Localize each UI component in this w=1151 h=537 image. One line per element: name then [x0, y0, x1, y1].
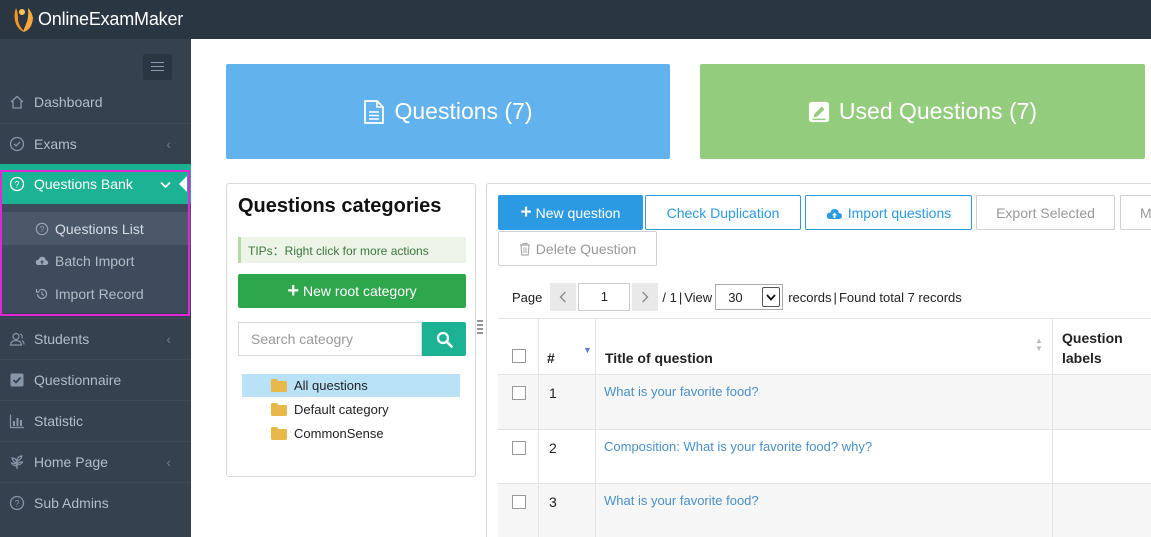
view-label: View [684, 289, 713, 305]
import-questions-button[interactable]: Import questions [805, 195, 972, 230]
app-logo[interactable]: OnlineExamMaker [10, 4, 183, 34]
separator: | [678, 289, 683, 305]
sidebar-item-exams[interactable]: Exams ‹ [0, 123, 191, 163]
sidebar-item-sub-admins[interactable]: ? Sub Admins [0, 482, 191, 522]
annotation-highlight-box [0, 170, 190, 316]
export-selected-button[interactable]: Export Selected [976, 195, 1115, 230]
panel-resize-handle[interactable] [476, 318, 484, 338]
search-icon [436, 331, 453, 348]
sidebar-item-label: Students [34, 330, 90, 347]
separator: | [833, 289, 837, 305]
categories-title: Questions categories [238, 195, 442, 217]
check-square-icon [0, 372, 34, 388]
tips-note: TIPs：Right click for more actions [238, 237, 466, 263]
bar-chart-icon [0, 413, 34, 429]
tree-item-commonsense[interactable]: CommonSense [242, 422, 460, 445]
category-search [238, 322, 466, 356]
tree-item-all-questions[interactable]: All questions [242, 374, 460, 397]
category-search-button[interactable] [422, 322, 466, 356]
records-label: records [788, 289, 832, 305]
chevron-down-icon [762, 287, 781, 307]
folder-icon [271, 379, 287, 392]
document-icon [364, 99, 385, 124]
svg-text:?: ? [14, 498, 19, 508]
questions-list-panel: + New question Check Duplication Import q… [486, 183, 1151, 537]
check-circle-icon [0, 136, 34, 152]
sort-icon: ▲ ▼ [1035, 336, 1043, 353]
folder-icon [271, 403, 287, 416]
table-row[interactable]: 3 What is your favorite food? [498, 484, 1151, 537]
questions-count-card[interactable]: Questions (7) [226, 64, 670, 159]
question-title-link[interactable]: Composition: What is your favorite food?… [604, 439, 872, 454]
used-questions-label: Used Questions (7) [838, 98, 1038, 124]
new-root-category-button[interactable]: + New root category [238, 274, 466, 308]
header-num-cell[interactable]: # ▼ [538, 319, 596, 374]
header-title-cell[interactable]: Title of question ▲ ▼ [595, 319, 1053, 374]
chevron-left-icon: ‹ [166, 453, 171, 470]
question-circle-icon: ? [0, 495, 34, 511]
edit-icon [808, 101, 830, 122]
users-icon [0, 331, 34, 347]
sidebar-item-label: Dashboard [34, 94, 103, 110]
next-page-button[interactable] [632, 283, 659, 311]
question-title-link[interactable]: What is your favorite food? [604, 384, 759, 399]
question-title-link[interactable]: What is your favorite food? [604, 493, 759, 508]
sidebar: Dashboard Exams ‹ ? Questions Bank ? Que… [0, 39, 191, 537]
tree-item-default-category[interactable]: Default category [242, 398, 460, 421]
page-label: Page [512, 289, 543, 305]
home-icon [0, 94, 34, 110]
chevron-left-icon: ‹ [166, 330, 171, 347]
sidebar-item-label: Statistic [34, 412, 84, 429]
total-pages: / 1 [662, 289, 677, 305]
sidebar-item-home-page[interactable]: Home Page ‹ [0, 441, 191, 481]
check-duplication-button[interactable]: Check Duplication [645, 195, 801, 230]
row-checkbox[interactable] [512, 495, 526, 509]
new-question-button[interactable]: + New question [498, 195, 643, 230]
plus-icon: + [287, 280, 300, 302]
row-checkbox[interactable] [512, 441, 526, 455]
trash-icon [519, 242, 530, 256]
sort-desc-icon: ▼ [583, 345, 592, 355]
prev-page-button[interactable] [550, 283, 577, 311]
folder-icon [271, 427, 287, 440]
sidebar-item-label: Exams [34, 135, 77, 152]
sidebar-item-students[interactable]: Students ‹ [0, 318, 191, 358]
found-total: Found total 7 records [838, 289, 962, 305]
header-labels-cell[interactable]: Question labels [1052, 319, 1151, 374]
page-number-input[interactable]: 1 [578, 283, 631, 311]
more-button[interactable]: M [1120, 195, 1151, 230]
sidebar-item-label: Home Page [34, 453, 108, 470]
sidebar-item-label: Questionnaire [34, 371, 122, 388]
sidebar-toggle-button[interactable] [143, 54, 172, 80]
sidebar-item-label: Sub Admins [34, 494, 109, 511]
questions-count-label: Questions (7) [394, 98, 533, 124]
row-checkbox[interactable] [512, 386, 526, 400]
delete-question-button[interactable]: Delete Question [498, 231, 657, 266]
plus-icon: + [520, 201, 532, 223]
select-all-checkbox[interactable] [512, 349, 526, 363]
table-row[interactable]: 2 Composition: What is your favorite foo… [498, 430, 1151, 484]
sidebar-item-questionnaire[interactable]: Questionnaire [0, 359, 191, 399]
sidebar-item-dashboard[interactable]: Dashboard [0, 82, 191, 122]
used-questions-card[interactable]: Used Questions (7) [700, 64, 1145, 159]
table-row[interactable]: 1 What is your favorite food? [498, 375, 1151, 430]
categories-panel: Questions categories TIPs：Right click fo… [226, 183, 476, 477]
table-header-row: # ▼ Title of question ▲ ▼ Question labels [498, 318, 1151, 375]
page-size-select[interactable]: 30 [715, 284, 784, 310]
logo-icon [14, 8, 33, 32]
leaf-icon [0, 454, 34, 470]
pagination-bar: Page 1 / 1 | View 30 records | Found tot… [512, 283, 962, 311]
category-search-input[interactable] [238, 322, 422, 356]
app-name: OnlineExamMaker [38, 8, 184, 29]
sidebar-item-statistic[interactable]: Statistic [0, 400, 191, 440]
cloud-upload-icon [826, 208, 842, 219]
top-bar: OnlineExamMaker [0, 0, 1151, 39]
chevron-left-icon: ‹ [166, 135, 171, 152]
